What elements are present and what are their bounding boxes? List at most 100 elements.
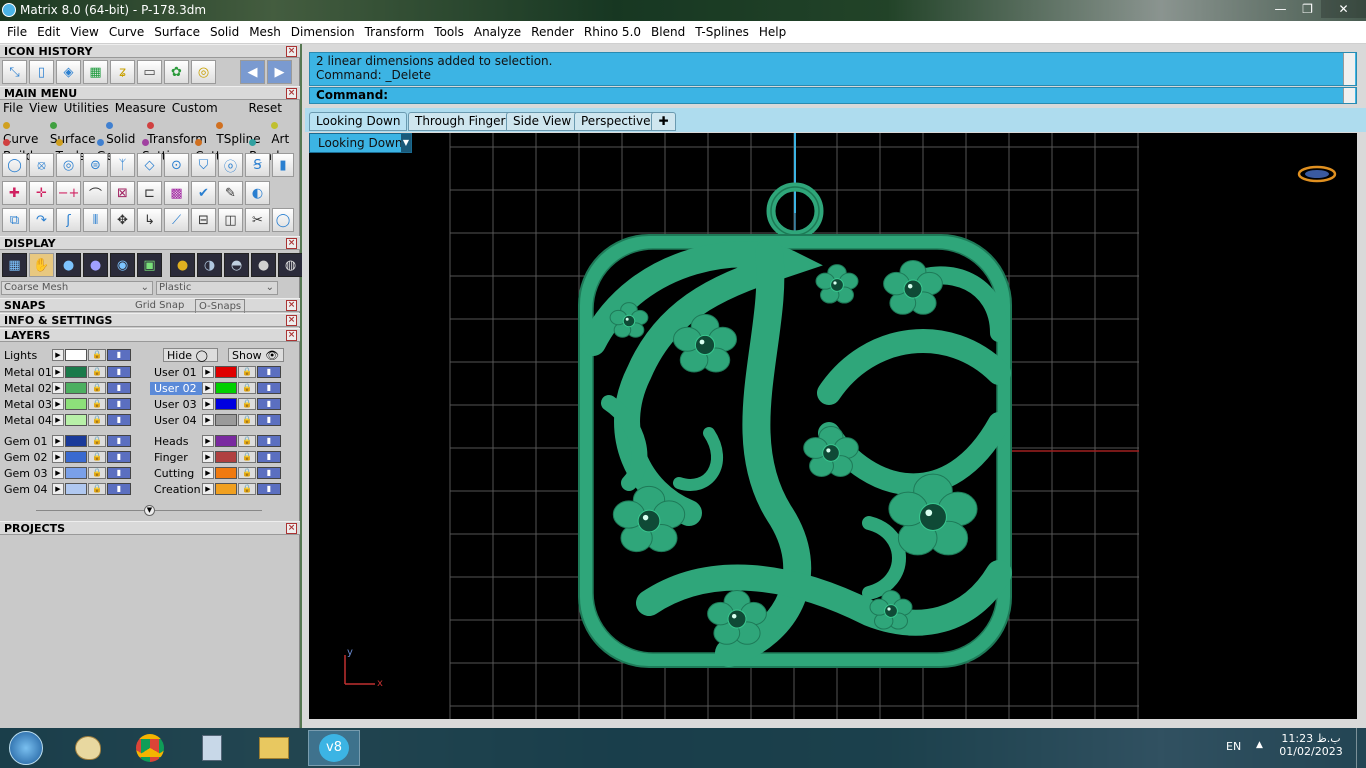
expand-layers-icon[interactable]: ▼ bbox=[144, 505, 155, 516]
lock-icon[interactable]: 🔒 bbox=[88, 435, 106, 447]
layer-color[interactable] bbox=[65, 483, 87, 495]
layer-lights[interactable]: Lights ▶ 🔒 ▮ bbox=[0, 348, 131, 362]
visibility-icon[interactable]: ▮ bbox=[107, 414, 131, 426]
visibility-icon[interactable]: ▮ bbox=[257, 414, 281, 426]
mesh-density-select[interactable]: Coarse Mesh ⌄ bbox=[1, 281, 153, 295]
expand-icon[interactable]: ▶ bbox=[202, 366, 214, 378]
layers-header[interactable]: LAYERS × bbox=[0, 328, 300, 342]
visibility-icon[interactable]: ▮ bbox=[257, 398, 281, 410]
history-back-icon[interactable]: ◀ bbox=[240, 60, 265, 84]
layer-color[interactable] bbox=[215, 467, 237, 479]
display-header[interactable]: DISPLAY × bbox=[0, 236, 300, 250]
command-scrollbar[interactable] bbox=[1343, 53, 1355, 85]
grid-snap-toggle[interactable]: Grid Snap bbox=[135, 299, 184, 312]
menu-blend[interactable]: Blend bbox=[646, 25, 690, 39]
shaded-icon[interactable]: ● bbox=[56, 253, 81, 277]
menu-curve[interactable]: Curve bbox=[104, 25, 149, 39]
tree-tool-icon[interactable]: ✿ bbox=[164, 60, 189, 84]
mm-file[interactable]: File bbox=[0, 101, 26, 115]
ring-icon[interactable]: ◎ bbox=[56, 153, 81, 177]
flow-icon[interactable]: ⟋ bbox=[164, 208, 189, 232]
lock-icon[interactable]: 🔒 bbox=[238, 382, 256, 394]
menu-view[interactable]: View bbox=[65, 25, 103, 39]
target-tool-icon[interactable]: ◎ bbox=[191, 60, 216, 84]
visibility-icon[interactable]: ▮ bbox=[107, 435, 131, 447]
halo-icon[interactable]: ⊙ bbox=[164, 153, 189, 177]
layer-row[interactable]: Heads ▶ 🔒 ▮ bbox=[150, 434, 281, 448]
layer-row[interactable]: Gem 02 ▶ 🔒 ▮ bbox=[0, 450, 131, 464]
tab-perspective[interactable]: Perspective bbox=[574, 112, 658, 131]
menu-transform[interactable]: Transform bbox=[360, 25, 430, 39]
band-icon[interactable]: Ꞩ bbox=[245, 153, 270, 177]
icon-history-header[interactable]: ICON HISTORY × bbox=[0, 44, 300, 58]
xray-icon[interactable]: ✋ bbox=[29, 253, 54, 277]
mm-custom[interactable]: Custom bbox=[169, 101, 221, 115]
paint-app-icon[interactable] bbox=[62, 730, 114, 766]
mm-measure[interactable]: Measure bbox=[112, 101, 169, 115]
window-titlebar[interactable]: Matrix 8.0 (64-bit) - P-178.3dm — ❐ ✕ bbox=[0, 0, 1366, 21]
close-icon[interactable]: × bbox=[286, 315, 297, 326]
chrome-material-icon[interactable]: ◍ bbox=[278, 253, 303, 277]
hide-button[interactable]: Hide ◯ bbox=[163, 348, 218, 362]
lock-icon[interactable]: 🔒 bbox=[88, 382, 106, 394]
panel-toggle-icon[interactable]: ▮ bbox=[272, 153, 294, 177]
rotate-icon[interactable]: ↳ bbox=[137, 208, 162, 232]
layer-color[interactable] bbox=[215, 398, 237, 410]
show-desktop-button[interactable] bbox=[1356, 728, 1366, 768]
lock-icon[interactable]: 🔒 bbox=[238, 366, 256, 378]
layer-row[interactable]: Metal 04 ▶ 🔒 ▮ bbox=[0, 413, 131, 427]
layer-color[interactable] bbox=[215, 435, 237, 447]
expand-icon[interactable]: ▶ bbox=[202, 414, 214, 426]
viewport-canvas[interactable]: y x bbox=[309, 133, 1357, 719]
spring-tool-icon[interactable]: ʑ bbox=[110, 60, 135, 84]
layer-color[interactable] bbox=[215, 382, 237, 394]
start-button[interactable] bbox=[0, 730, 52, 766]
circle-tool-icon[interactable]: ◯ bbox=[272, 208, 294, 232]
tab-side-view[interactable]: Side View bbox=[506, 112, 579, 131]
visibility-icon[interactable]: ▮ bbox=[107, 382, 131, 394]
move-icon[interactable]: ✥ bbox=[110, 208, 135, 232]
layer-row[interactable]: Creation ▶ 🔒 ▮ bbox=[150, 482, 281, 496]
expand-icon[interactable]: ▶ bbox=[202, 398, 214, 410]
gem-icon[interactable]: ◇ bbox=[137, 153, 162, 177]
layer-row[interactable]: Gem 03 ▶ 🔒 ▮ bbox=[0, 466, 131, 480]
menu-tsplines[interactable]: T-Splines bbox=[690, 25, 754, 39]
prong-icon[interactable]: ᛉ bbox=[110, 153, 135, 177]
lock-icon[interactable]: 🔒 bbox=[88, 398, 106, 410]
layer-color[interactable] bbox=[215, 451, 237, 463]
lock-icon[interactable]: 🔒 bbox=[238, 467, 256, 479]
expand-icon[interactable]: ▶ bbox=[52, 398, 64, 410]
close-icon[interactable]: × bbox=[286, 523, 297, 534]
matte-material-icon[interactable]: ● bbox=[251, 253, 276, 277]
lock-icon[interactable]: 🔒 bbox=[238, 483, 256, 495]
expand-icon[interactable]: ▶ bbox=[202, 483, 214, 495]
new-file-icon[interactable]: ▯ bbox=[29, 60, 54, 84]
menu-surface[interactable]: Surface bbox=[149, 25, 205, 39]
wireframe-icon[interactable]: ▦ bbox=[2, 253, 27, 277]
close-icon[interactable]: × bbox=[286, 330, 297, 341]
lock-icon[interactable]: 🔒 bbox=[238, 451, 256, 463]
pattern-icon[interactable]: ▩ bbox=[164, 181, 189, 205]
clock[interactable]: 11:23 ب.ظ 01/02/2023 bbox=[1276, 732, 1346, 758]
visibility-icon[interactable]: ▮ bbox=[257, 435, 281, 447]
menu-help[interactable]: Help bbox=[754, 25, 791, 39]
layer-color[interactable] bbox=[65, 451, 87, 463]
sphere-icon[interactable]: ◐ bbox=[245, 181, 270, 205]
explorer-app-icon[interactable] bbox=[248, 730, 300, 766]
arc-icon[interactable]: ⌒ bbox=[83, 181, 108, 205]
visibility-icon[interactable]: ▮ bbox=[107, 467, 131, 479]
close-icon[interactable]: × bbox=[286, 46, 297, 57]
main-menu-header[interactable]: MAIN MENU × bbox=[0, 86, 300, 100]
shield-icon[interactable]: ⛉ bbox=[191, 153, 216, 177]
show-button[interactable]: Show 👁 bbox=[228, 348, 284, 362]
add-tab-icon[interactable]: ✚ bbox=[651, 112, 676, 131]
layer-row[interactable]: Metal 03 ▶ 🔒 ▮ bbox=[0, 397, 131, 411]
add-point-icon[interactable]: ✚ bbox=[2, 181, 27, 205]
lock-icon[interactable]: 🔒 bbox=[88, 414, 106, 426]
expand-icon[interactable]: ▶ bbox=[202, 451, 214, 463]
layer-row[interactable]: Finger ▶ 🔒 ▮ bbox=[150, 450, 281, 464]
lock-icon[interactable]: 🔒 bbox=[238, 435, 256, 447]
layer-row[interactable]: Metal 01 ▶ 🔒 ▮ bbox=[0, 365, 131, 379]
expand-icon[interactable]: ▶ bbox=[202, 435, 214, 447]
visibility-icon[interactable]: ▮ bbox=[257, 382, 281, 394]
